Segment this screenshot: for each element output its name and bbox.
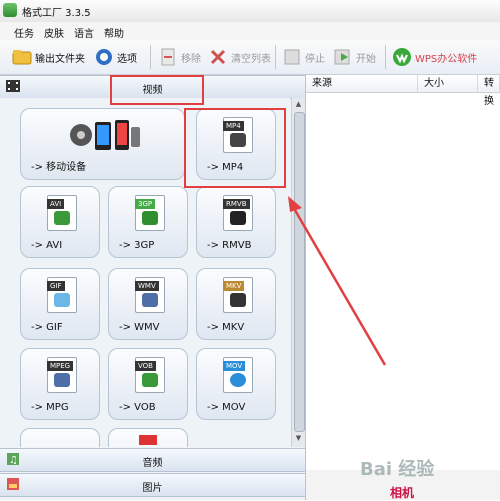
annotation-arrow [288, 196, 387, 366]
